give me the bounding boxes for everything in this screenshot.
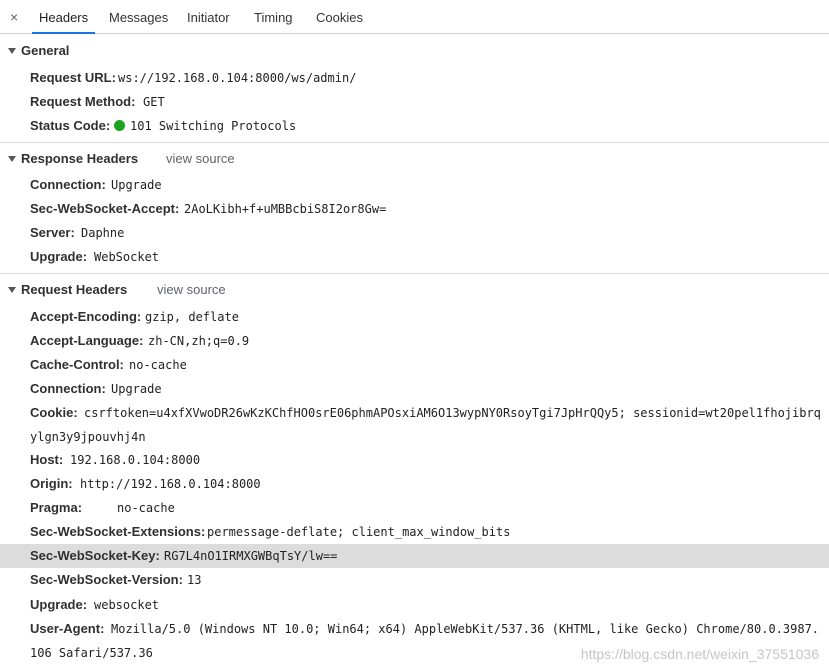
tab-initiator[interactable]: Initiator: [187, 0, 230, 34]
header-value: RG7L4nO1IRMXGWBqTsY/lw==: [164, 549, 338, 563]
header-key: Sec-WebSocket-Version:: [30, 572, 183, 587]
header-key: Sec-WebSocket-Key:: [30, 548, 160, 563]
view-source-link[interactable]: view source: [157, 282, 226, 297]
general-row-request-method: Request Method: GET: [0, 90, 829, 114]
request-row: Accept-Language: zh-CN,zh;q=0.9: [0, 329, 829, 353]
tab-headers[interactable]: Headers: [32, 0, 96, 34]
header-key: Upgrade:: [30, 597, 88, 612]
general-row-status-code: Status Code: 101 Switching Protocols: [0, 114, 829, 138]
header-value: 13: [187, 573, 202, 587]
response-row: Sec-WebSocket-Accept: 2AoLKibh+f+uMBBcbi…: [0, 197, 829, 221]
header-key: Request Method:: [30, 94, 136, 109]
header-value: 101 Switching Protocols: [130, 119, 297, 133]
request-row: Pragma: no-cache: [0, 496, 829, 520]
watermark: https://blog.csdn.net/weixin_37551036: [580, 646, 819, 662]
request-row: Connection: Upgrade: [0, 377, 829, 401]
header-value-continued: ylgn3y9jpouvhj4n: [30, 430, 146, 444]
request-row: Host: 192.168.0.104:8000: [0, 448, 829, 472]
header-value: http://192.168.0.104:8000: [80, 477, 261, 491]
header-value: Daphne: [81, 226, 125, 240]
header-value: 192.168.0.104:8000: [70, 453, 201, 467]
collapse-triangle-icon[interactable]: [8, 287, 16, 293]
header-key: Pragma:: [30, 500, 83, 515]
header-key: Host:: [30, 452, 64, 467]
header-value: no-cache: [129, 358, 187, 372]
request-headers-section-header[interactable]: Request Headers view source: [0, 278, 829, 302]
header-value: permessage-deflate; client_max_window_bi…: [207, 525, 511, 539]
section-divider: [0, 142, 829, 143]
devtools-tab-bar: × Headers Messages Initiator Timing Cook…: [0, 0, 829, 34]
header-key: Status Code:: [30, 118, 111, 133]
header-value: GET: [143, 95, 165, 109]
response-headers-section-header[interactable]: Response Headers view source: [0, 147, 829, 171]
header-value: websocket: [94, 598, 160, 612]
request-row-highlighted[interactable]: Sec-WebSocket-Key: RG7L4nO1IRMXGWBqTsY/l…: [0, 544, 829, 568]
header-value-continued: 106 Safari/537.36: [30, 646, 153, 660]
header-value: Mozilla/5.0 (Windows NT 10.0; Win64; x64…: [111, 622, 820, 636]
header-key: User-Agent:: [30, 621, 105, 636]
header-key: Connection:: [30, 381, 106, 396]
close-icon[interactable]: ×: [10, 8, 18, 26]
request-row: Cache-Control: no-cache: [0, 353, 829, 377]
request-row: Sec-WebSocket-Version: 13: [0, 568, 829, 592]
header-key: Cache-Control:: [30, 357, 124, 372]
header-key: Cookie:: [30, 405, 78, 420]
request-headers-title: Request Headers: [21, 282, 128, 297]
header-value: Upgrade: [111, 382, 162, 396]
header-key: Origin:: [30, 476, 73, 491]
header-key: Upgrade:: [30, 249, 88, 264]
status-ok-icon: [114, 120, 125, 131]
header-value: Upgrade: [111, 178, 162, 192]
view-source-link[interactable]: view source: [166, 151, 235, 166]
response-headers-title: Response Headers: [21, 151, 139, 166]
tab-messages[interactable]: Messages: [109, 0, 168, 34]
header-value: 2AoLKibh+f+uMBBcbiS8I2or8Gw=: [184, 202, 387, 216]
tab-cookies[interactable]: Cookies: [316, 0, 363, 34]
header-value: gzip, deflate: [145, 310, 239, 324]
header-key: Sec-WebSocket-Accept:: [30, 201, 180, 216]
header-value: zh-CN,zh;q=0.9: [148, 334, 250, 348]
header-value: no-cache: [117, 501, 175, 515]
general-row-request-url: Request URL: ws://192.168.0.104:8000/ws/…: [0, 66, 829, 90]
tab-timing[interactable]: Timing: [254, 0, 293, 34]
general-section-header[interactable]: General: [0, 39, 829, 63]
request-row: Origin: http://192.168.0.104:8000: [0, 472, 829, 496]
header-key: Sec-WebSocket-Extensions:: [30, 524, 206, 539]
header-key: Server:: [30, 225, 75, 240]
request-row-cookie: Cookie: csrftoken=u4xfXVwoDR26wKzKChfHO0…: [0, 401, 829, 425]
request-row-user-agent: User-Agent: Mozilla/5.0 (Windows NT 10.0…: [0, 617, 829, 641]
header-key: Connection:: [30, 177, 106, 192]
header-value: csrftoken=u4xfXVwoDR26wKzKChfHO0srE06phm…: [84, 406, 821, 420]
header-value: ws://192.168.0.104:8000/ws/admin/: [118, 71, 357, 85]
section-divider: [0, 273, 829, 274]
request-row: Upgrade: websocket: [0, 593, 829, 617]
request-row: Sec-WebSocket-Extensions: permessage-def…: [0, 520, 829, 544]
collapse-triangle-icon[interactable]: [8, 48, 16, 54]
response-row: Server: Daphne: [0, 221, 829, 245]
request-row-cookie-continued: ylgn3y9jpouvhj4n: [0, 425, 829, 449]
header-key: Accept-Encoding:: [30, 309, 142, 324]
response-row: Upgrade: WebSocket: [0, 245, 829, 269]
request-row: Accept-Encoding: gzip, deflate: [0, 305, 829, 329]
header-key: Request URL:: [30, 70, 116, 85]
general-title: General: [21, 43, 70, 58]
response-row: Connection: Upgrade: [0, 173, 829, 197]
header-value: WebSocket: [94, 250, 160, 264]
header-key: Accept-Language:: [30, 333, 144, 348]
collapse-triangle-icon[interactable]: [8, 156, 16, 162]
